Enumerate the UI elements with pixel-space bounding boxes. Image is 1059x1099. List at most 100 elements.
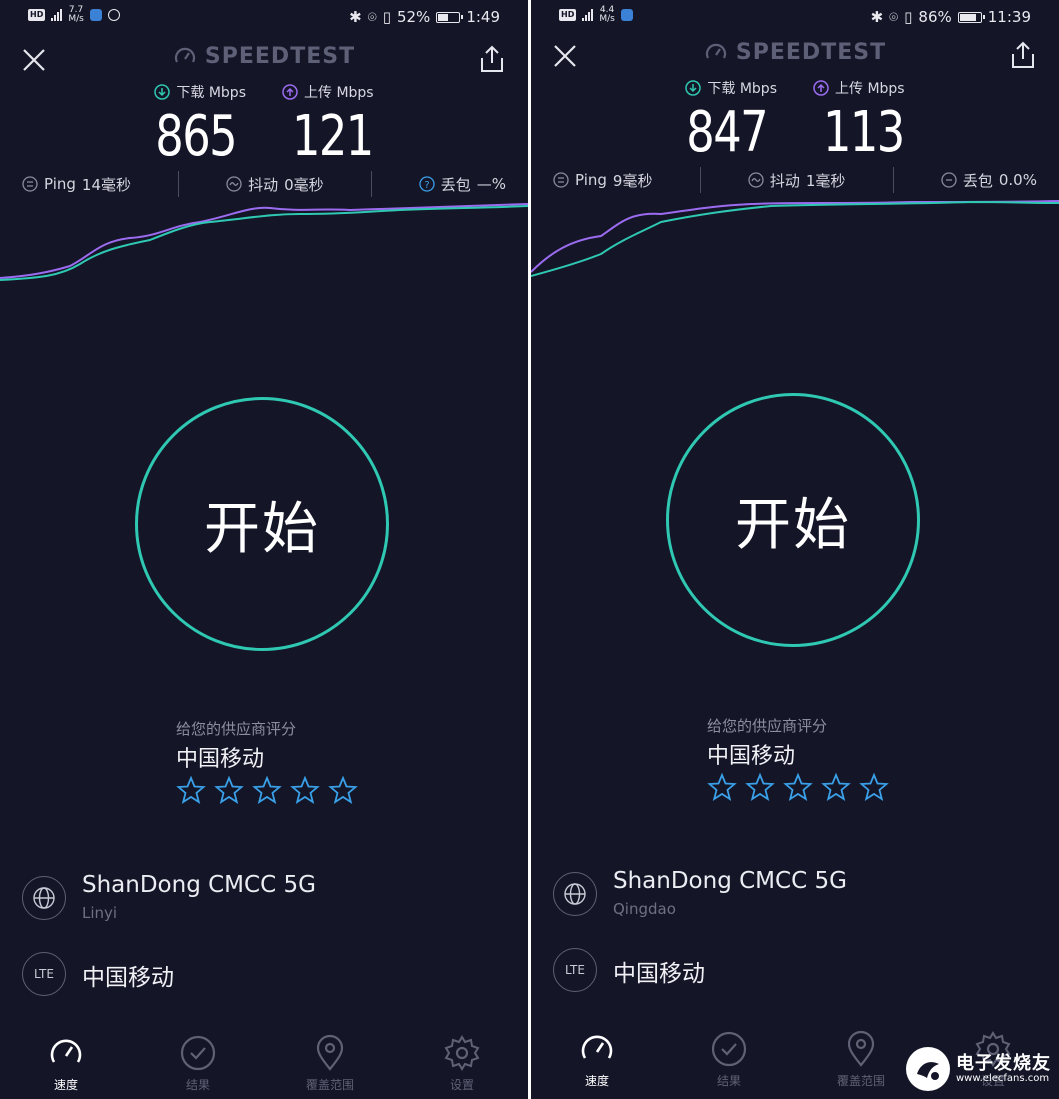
star-icon-2[interactable]	[214, 775, 244, 805]
star-icon-4[interactable]	[821, 772, 851, 802]
star-rating	[176, 775, 358, 805]
site-watermark: 电子发烧友 www.elecfans.com	[906, 1047, 1051, 1091]
bluetooth-icon: ✱	[349, 8, 362, 26]
nav-coverage[interactable]: 覆盖范围	[811, 1030, 911, 1089]
gauge-icon	[581, 1035, 613, 1059]
loss-value: 0.0%	[998, 171, 1037, 189]
signal-icon	[582, 9, 594, 21]
speedtest-screen-right: HD 4.4 M/s ✱ ⌾ ▯ 86% 11:39 SPEEDTEST 下载 M…	[531, 0, 1059, 1099]
download-label: 下载 Mbps	[685, 78, 777, 98]
battery-icon	[436, 11, 464, 23]
carrier-name: 中国移动	[82, 965, 174, 991]
divider	[178, 171, 180, 197]
clock: 1:49	[466, 8, 500, 26]
star-icon-5[interactable]	[328, 775, 358, 805]
upload-arrow-icon	[282, 84, 298, 100]
upload-label: 上传 Mbps	[813, 78, 905, 98]
jitter-value: 0毫秒	[284, 175, 324, 194]
nav-settings[interactable]: 设置	[412, 1034, 512, 1093]
map-pin-icon	[316, 1034, 344, 1071]
logo-text: SPEEDTEST	[735, 40, 887, 65]
share-icon[interactable]	[1009, 40, 1037, 70]
server-location: Linyi	[82, 904, 118, 922]
lte-icon: LTE	[553, 948, 597, 992]
network-speed-unit: M/s	[68, 14, 84, 24]
star-icon-3[interactable]	[783, 772, 813, 802]
ping-value: 14毫秒	[81, 175, 132, 194]
speed-graph	[0, 203, 528, 281]
packet-loss-icon	[941, 172, 957, 188]
status-bar: HD 7.7 M/s ✱ ⌾ ▯ 52% 1:49	[0, 0, 528, 34]
upload-value: 121	[292, 104, 374, 169]
nav-coverage[interactable]: 覆盖范围	[280, 1034, 380, 1093]
server-name: ShanDong CMCC 5G	[82, 872, 316, 898]
gear-icon	[444, 1034, 480, 1071]
check-circle-icon	[180, 1035, 216, 1070]
server-name: ShanDong CMCC 5G	[613, 868, 847, 894]
gauge-icon	[705, 43, 726, 59]
carrier-name: 中国移动	[613, 961, 705, 987]
star-icon-2[interactable]	[745, 772, 775, 802]
nav-speed-label: 速度	[53, 1077, 78, 1092]
loss-value: —%	[476, 175, 506, 193]
download-label: 下载 Mbps	[154, 82, 246, 102]
upload-label-text: 上传 Mbps	[835, 81, 905, 97]
app-notification-icon	[89, 9, 102, 21]
upload-value: 113	[823, 100, 905, 165]
nav-results[interactable]: 结果	[679, 1030, 779, 1089]
globe-icon	[22, 876, 66, 920]
lte-icon: LTE	[22, 952, 66, 996]
star-icon-3[interactable]	[252, 775, 282, 805]
app-notification-icon	[620, 9, 633, 21]
ping-label: Ping	[44, 175, 76, 193]
start-button-label: 开始	[735, 492, 851, 558]
check-circle-icon	[711, 1031, 747, 1066]
ping-stat: Ping 14毫秒	[22, 174, 131, 195]
rating-provider-name: 中国移动	[176, 747, 265, 772]
location-icon: ⌾	[367, 8, 377, 26]
star-icon-5[interactable]	[859, 772, 889, 802]
start-button[interactable]: 开始	[666, 393, 920, 647]
speedtest-screen-left: HD 7.7 M/s ✱ ⌾ ▯ 52% 1:49 SPEEDTEST 下载 Mb…	[0, 0, 528, 1099]
star-icon-1[interactable]	[176, 775, 206, 805]
rating-prompt: 给您的供应商评分	[176, 720, 297, 738]
jitter-label: 抖动	[769, 171, 800, 190]
metric-values: 847 113	[584, 100, 1006, 165]
star-icon-1[interactable]	[707, 772, 737, 802]
clock: 11:39	[987, 8, 1031, 26]
nav-results-label: 结果	[716, 1073, 741, 1088]
start-button-label: 开始	[204, 496, 320, 562]
star-rating	[707, 772, 889, 802]
speed-graph	[531, 200, 1059, 277]
start-button[interactable]: 开始	[135, 397, 389, 651]
vibrate-icon: ▯	[904, 8, 913, 26]
server-selector[interactable]: ShanDong CMCC 5G Linyi	[22, 868, 502, 928]
jitter-stat: 抖动 0毫秒	[226, 174, 324, 195]
help-icon[interactable]: ?	[419, 176, 435, 192]
nav-results[interactable]: 结果	[148, 1034, 248, 1093]
provider-rating: 给您的供应商评分 中国移动	[707, 715, 889, 802]
nav-speed-label: 速度	[584, 1073, 609, 1088]
nav-speed[interactable]: 速度	[16, 1034, 116, 1093]
app-notification-icon	[107, 9, 120, 21]
download-value: 865	[155, 104, 237, 169]
metric-values: 865 121	[53, 104, 475, 169]
server-location: Qingdao	[613, 900, 676, 918]
app-header: SPEEDTEST	[0, 40, 528, 80]
server-selector[interactable]: ShanDong CMCC 5G Qingdao	[553, 864, 1033, 924]
battery-percent: 52%	[396, 8, 431, 26]
speedtest-logo: SPEEDTEST	[531, 40, 1059, 65]
download-arrow-icon	[685, 80, 702, 96]
download-label-text: 下载 Mbps	[707, 81, 777, 97]
nav-speed[interactable]: 速度	[547, 1030, 647, 1089]
share-icon[interactable]	[478, 44, 506, 74]
bottom-nav: 速度 结果 覆盖范围 设置	[0, 1027, 528, 1099]
divider	[699, 167, 701, 193]
star-icon-4[interactable]	[290, 775, 320, 805]
bluetooth-icon: ✱	[870, 8, 884, 26]
globe-icon	[553, 872, 597, 916]
jitter-label: 抖动	[248, 175, 279, 194]
gauge-icon	[174, 47, 195, 63]
loss-stat[interactable]: ? 丢包 —%	[419, 174, 506, 195]
hd-icon: HD	[28, 9, 46, 21]
